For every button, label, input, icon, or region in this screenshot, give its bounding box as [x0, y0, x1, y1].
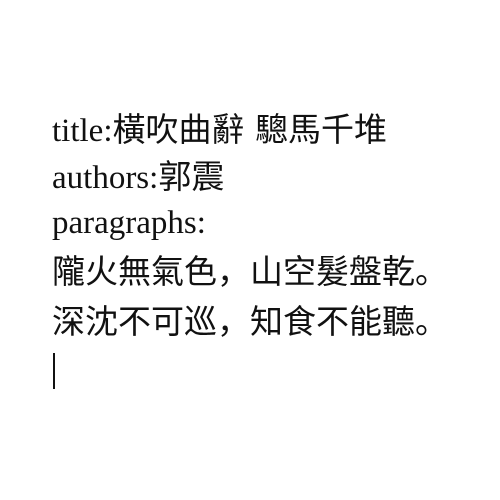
paragraph-line: 深沈不可巡，知食不能聽。: [52, 302, 448, 341]
paragraph-line: 隴火無氣色，山空髮盤乾。: [52, 252, 448, 291]
paragraphs-label-line: paragraphs:: [52, 200, 500, 247]
title-label: title:: [52, 113, 113, 149]
authors-line: authors:郭震: [52, 153, 500, 200]
text-cursor[interactable]: [53, 353, 55, 389]
text-document[interactable]: title:橫吹曲辭 驄馬千堆 authors:郭震 paragraphs: 隴…: [0, 0, 500, 500]
title-line: title:橫吹曲辭 驄馬千堆: [52, 106, 500, 153]
authors-value: 郭震: [158, 157, 225, 196]
paragraphs-label: paragraphs:: [52, 205, 206, 241]
authors-label: authors:: [52, 160, 159, 196]
title-value: 橫吹曲辭 驄馬千堆: [112, 110, 388, 149]
